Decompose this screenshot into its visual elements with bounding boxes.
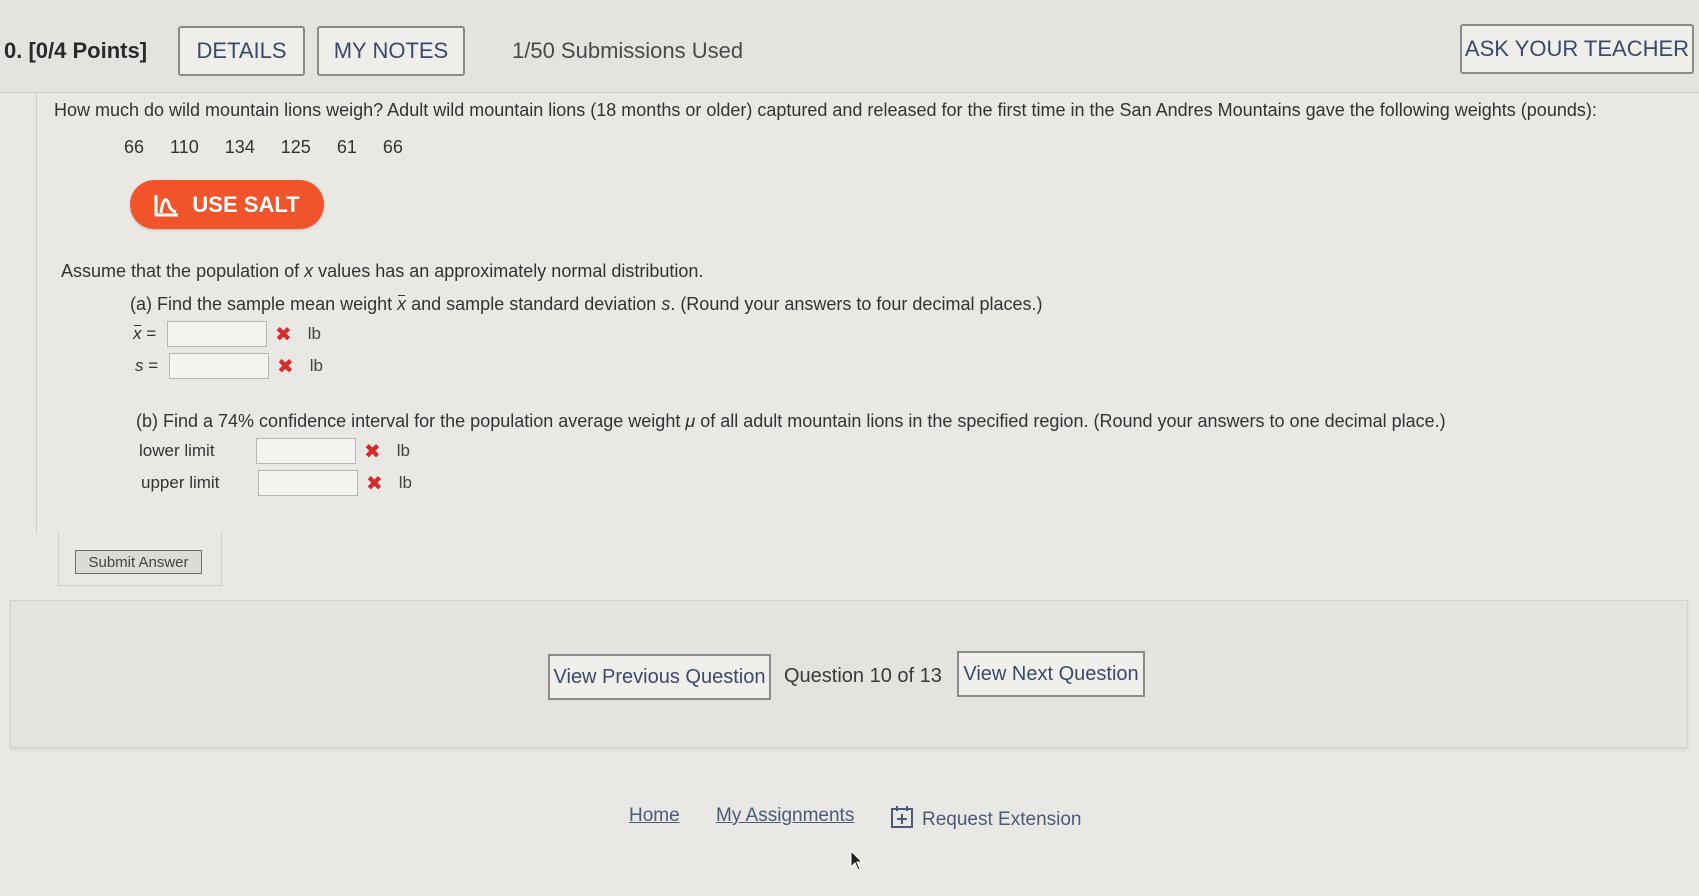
xbar-symbol: x xyxy=(397,294,407,314)
mean-label: x xyxy=(133,324,142,343)
data-value: 61 xyxy=(336,137,357,157)
std-dev-input[interactable] xyxy=(169,353,269,379)
s-symbol: s xyxy=(661,294,671,314)
question-counter: Question 10 of 13 xyxy=(784,665,942,687)
data-value: 134 xyxy=(224,137,255,157)
mean-input[interactable] xyxy=(167,321,267,347)
use-salt-label: USE SALT xyxy=(192,191,300,217)
use-salt-button[interactable]: USE SALT xyxy=(130,180,324,229)
part-a-pre: (a) Find the sample mean weight xyxy=(130,294,398,314)
home-link[interactable]: Home xyxy=(629,805,680,827)
equals-sign: = xyxy=(143,356,159,375)
assumption-post: values has an approximately normal distr… xyxy=(313,261,704,281)
view-previous-question-button[interactable]: View Previous Question xyxy=(548,654,771,700)
question-prompt: How much do wild mountain lions weigh? A… xyxy=(54,100,1597,120)
my-assignments-link[interactable]: My Assignments xyxy=(716,805,854,827)
lower-limit-label: lower limit xyxy=(139,441,215,460)
incorrect-icon: ✖ xyxy=(364,440,381,463)
part-b-pre: (b) Find a 74% confidence interval for t… xyxy=(136,411,686,431)
assumption-var: x xyxy=(304,261,314,281)
upper-limit-input[interactable] xyxy=(258,470,358,496)
view-next-question-button[interactable]: View Next Question xyxy=(957,651,1145,697)
details-button[interactable]: DETAILS xyxy=(178,26,305,76)
my-notes-button[interactable]: MY NOTES xyxy=(317,26,465,76)
points-label: [0/4 Points] xyxy=(28,38,148,63)
unit-label: lb xyxy=(398,473,412,492)
incorrect-icon: ✖ xyxy=(366,472,383,495)
request-extension-label: Request Extension xyxy=(922,809,1082,830)
data-value: 66 xyxy=(124,137,145,157)
equals-sign: = xyxy=(141,324,157,343)
data-values: 66 110 134 125 61 66 xyxy=(124,137,403,158)
mu-symbol: μ xyxy=(685,411,696,431)
mouse-cursor-icon xyxy=(850,849,864,877)
question-points: 0. [0/4 Points] xyxy=(4,38,147,64)
assumption-text: Assume that the population of x values h… xyxy=(61,261,703,282)
answer-row-mean: x = ✖ lb xyxy=(133,321,321,347)
upper-limit-label: upper limit xyxy=(141,473,220,492)
part-b-post: of all adult mountain lions in the speci… xyxy=(695,411,1446,431)
answer-row-upper: upper limit ✖ lb xyxy=(141,470,412,496)
unit-label: lb xyxy=(309,356,323,375)
data-value: 110 xyxy=(170,137,199,157)
data-value: 125 xyxy=(280,137,311,157)
part-a-post: . (Round your answers to four decimal pl… xyxy=(670,294,1043,314)
ask-your-teacher-button[interactable]: ASK YOUR TEACHER xyxy=(1460,24,1694,74)
assumption-pre: Assume that the population of xyxy=(61,261,305,281)
submissions-used: 1/50 Submissions Used xyxy=(512,38,744,63)
part-a-mid: and sample standard deviation xyxy=(406,294,662,314)
question-number: 0. xyxy=(4,38,23,63)
part-a-text: (a) Find the sample mean weight x and sa… xyxy=(130,294,1042,315)
unit-label: lb xyxy=(307,324,321,343)
lower-limit-input[interactable] xyxy=(256,438,356,464)
answer-row-lower: lower limit ✖ lb xyxy=(139,438,410,464)
answer-row-std: s = ✖ lb xyxy=(135,353,323,379)
data-value: 66 xyxy=(382,137,403,157)
calendar-plus-icon xyxy=(890,805,914,835)
unit-label: lb xyxy=(396,441,410,460)
request-extension-link[interactable]: Request Extension xyxy=(890,805,1082,835)
std-label: s xyxy=(135,356,144,375)
part-b-text: (b) Find a 74% confidence interval for t… xyxy=(136,411,1446,432)
salt-chart-icon xyxy=(154,193,180,217)
submit-answer-button[interactable]: Submit Answer xyxy=(75,550,202,574)
incorrect-icon: ✖ xyxy=(277,355,294,378)
incorrect-icon: ✖ xyxy=(275,323,292,346)
